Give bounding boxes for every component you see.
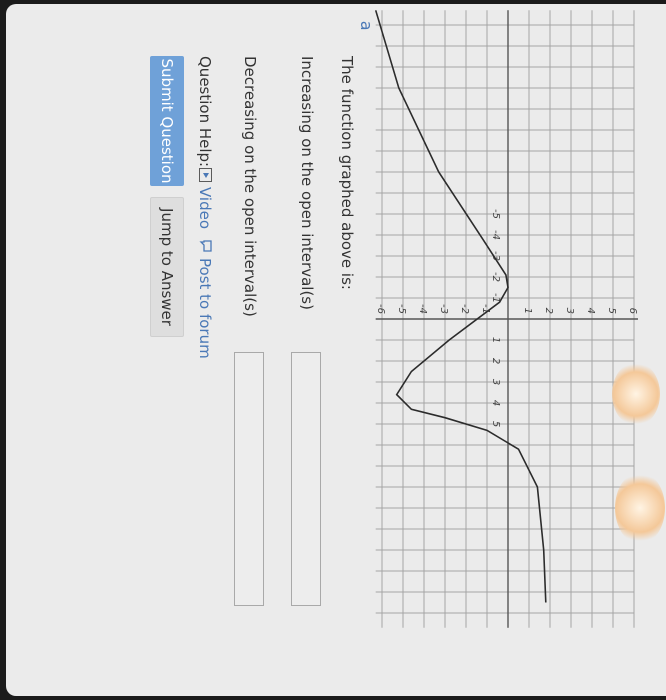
decreasing-interval-input[interactable] xyxy=(234,352,264,606)
x-tick-label: -2 xyxy=(490,272,501,282)
jump-to-answer-button[interactable]: Jump to Answer xyxy=(150,197,184,337)
video-link[interactable]: Video xyxy=(196,187,214,229)
handwritten-mark: a xyxy=(358,21,376,31)
y-tick-label: 4 xyxy=(585,308,596,314)
light-glare xyxy=(612,362,660,426)
x-tick-label: -4 xyxy=(490,230,501,240)
y-tick-label: 2 xyxy=(543,308,554,314)
y-tick-label: 3 xyxy=(564,308,575,314)
x-tick-label: 3 xyxy=(490,379,501,385)
y-tick-label: -4 xyxy=(417,304,428,314)
speech-bubble-icon[interactable] xyxy=(199,239,213,253)
video-icon[interactable] xyxy=(199,168,212,182)
submit-question-button[interactable]: Submit Question xyxy=(150,56,184,186)
question-panel: -5 -4 -3 -2 -1 1 2 3 4 5 6 5 4 3 2 1 -1 -2 -3 -4 -5 -6 a The … xyxy=(8,9,658,697)
x-tick-label: -5 xyxy=(490,209,501,219)
graph-tick-labels: -5-4-3-2-112345654321-1-2-3-4-5-6 xyxy=(375,209,638,427)
graph-axes xyxy=(375,10,638,628)
increasing-label: Increasing on the open interval(s) xyxy=(298,56,316,310)
y-tick-label: -2 xyxy=(459,304,470,314)
function-graph: -5-4-3-2-112345654321-1-2-3-4-5-6 a xyxy=(358,10,638,628)
increasing-interval-input[interactable] xyxy=(291,352,321,606)
y-tick-label: 1 xyxy=(522,308,533,314)
y-tick-label: 5 xyxy=(606,308,617,314)
x-tick-label: 2 xyxy=(490,358,501,364)
question-prompt: The function graphed above is: xyxy=(338,56,356,290)
question-help-label: Question Help: xyxy=(196,56,214,168)
x-tick-label: 4 xyxy=(490,400,501,406)
decreasing-label: Decreasing on the open interval(s) xyxy=(241,56,259,317)
y-tick-label: -5 xyxy=(396,304,407,314)
y-tick-label: -6 xyxy=(375,304,386,314)
x-tick-label: 1 xyxy=(490,337,501,343)
light-glare xyxy=(615,472,665,544)
y-tick-label: -3 xyxy=(438,304,449,314)
x-tick-label: 5 xyxy=(490,421,501,427)
post-to-forum-link[interactable]: Post to forum xyxy=(196,258,214,359)
y-tick-label: 6 xyxy=(627,308,638,314)
